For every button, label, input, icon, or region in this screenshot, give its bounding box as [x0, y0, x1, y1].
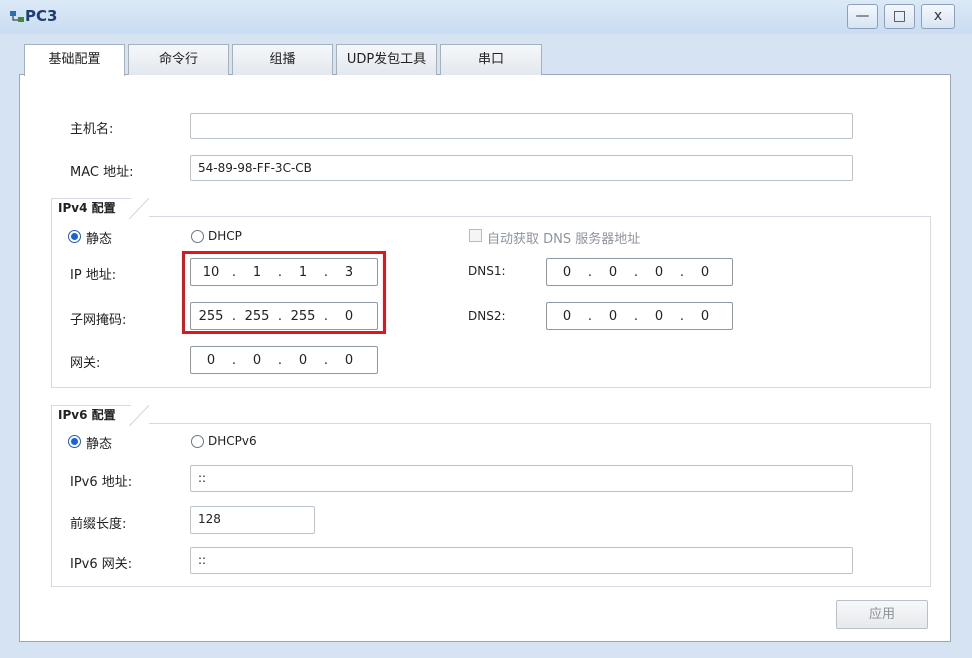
- prefix-length-label: 前缀长度:: [70, 517, 127, 532]
- ipv6-gateway-label: IPv6 网关:: [70, 557, 133, 572]
- ipv4-static-label: 静态: [86, 232, 113, 247]
- tab-basic-config[interactable]: 基础配置: [24, 44, 125, 76]
- dns2-label: DNS2:: [468, 309, 506, 323]
- tab-command-line[interactable]: 命令行: [128, 44, 229, 75]
- hostname-label: 主机名:: [70, 122, 114, 137]
- dns1-octet-1: 0: [562, 264, 572, 280]
- ipv4-group-title: IPv4 配置: [51, 198, 149, 219]
- maximize-button[interactable]: □: [884, 4, 915, 29]
- apply-button[interactable]: 应用: [836, 600, 928, 629]
- ipv6-gateway-input[interactable]: ::: [190, 547, 853, 574]
- dns2-octet-4: 0: [700, 308, 710, 324]
- tab-multicast[interactable]: 组播: [232, 44, 333, 75]
- ipv6-dhcp-label: DHCPv6: [208, 434, 257, 448]
- auto-dns-checkbox[interactable]: [469, 229, 482, 242]
- gateway-label: 网关:: [70, 356, 101, 371]
- window-title: PC3: [25, 7, 58, 25]
- ipv6-static-radio[interactable]: [68, 435, 81, 448]
- dns1-octet-4: 0: [700, 264, 710, 280]
- maximize-icon: □: [892, 8, 907, 24]
- dns1-label: DNS1:: [468, 264, 506, 278]
- dns1-octet-2: 0: [608, 264, 618, 280]
- subnet-mask-label: 子网掩码:: [70, 313, 127, 328]
- dns2-octet-3: 0: [654, 308, 664, 324]
- mac-input[interactable]: 54-89-98-FF-3C-CB: [190, 155, 853, 181]
- title-bar[interactable]: [0, 0, 972, 34]
- close-button[interactable]: x: [921, 4, 955, 29]
- pc-network-icon: [10, 11, 24, 22]
- ipv6-address-input[interactable]: ::: [190, 465, 853, 492]
- ipv4-dhcp-radio[interactable]: [191, 230, 204, 243]
- dns1-octet-3: 0: [654, 264, 664, 280]
- hostname-input[interactable]: [190, 113, 853, 139]
- prefix-length-input[interactable]: 128: [190, 506, 315, 534]
- highlight-box: [182, 251, 386, 334]
- mac-label: MAC 地址:: [70, 165, 134, 180]
- ipv6-dhcp-radio[interactable]: [191, 435, 204, 448]
- gw-octet-2: 0: [252, 352, 262, 368]
- gw-octet-1: 0: [206, 352, 216, 368]
- tab-udp-tool[interactable]: UDP发包工具: [336, 44, 437, 75]
- minimize-button[interactable]: —: [847, 4, 878, 29]
- ipv6-group-title: IPv6 配置: [51, 405, 149, 426]
- dns2-octet-2: 0: [608, 308, 618, 324]
- gw-octet-4: 0: [344, 352, 354, 368]
- ipv4-static-radio[interactable]: [68, 230, 81, 243]
- gw-octet-3: 0: [298, 352, 308, 368]
- dns2-octet-1: 0: [562, 308, 572, 324]
- ip-address-label: IP 地址:: [70, 268, 117, 283]
- ipv6-static-label: 静态: [86, 437, 113, 452]
- dns1-input[interactable]: 0. 0. 0. 0: [546, 258, 733, 286]
- ipv4-dhcp-label: DHCP: [208, 229, 242, 243]
- minimize-icon: —: [855, 8, 870, 24]
- ipv6-address-label: IPv6 地址:: [70, 475, 133, 490]
- auto-dns-label: 自动获取 DNS 服务器地址: [487, 232, 641, 247]
- close-icon: x: [933, 8, 943, 24]
- gateway-input[interactable]: 0. 0. 0. 0: [190, 346, 378, 374]
- tab-serial[interactable]: 串口: [440, 44, 542, 75]
- dns2-input[interactable]: 0. 0. 0. 0: [546, 302, 733, 330]
